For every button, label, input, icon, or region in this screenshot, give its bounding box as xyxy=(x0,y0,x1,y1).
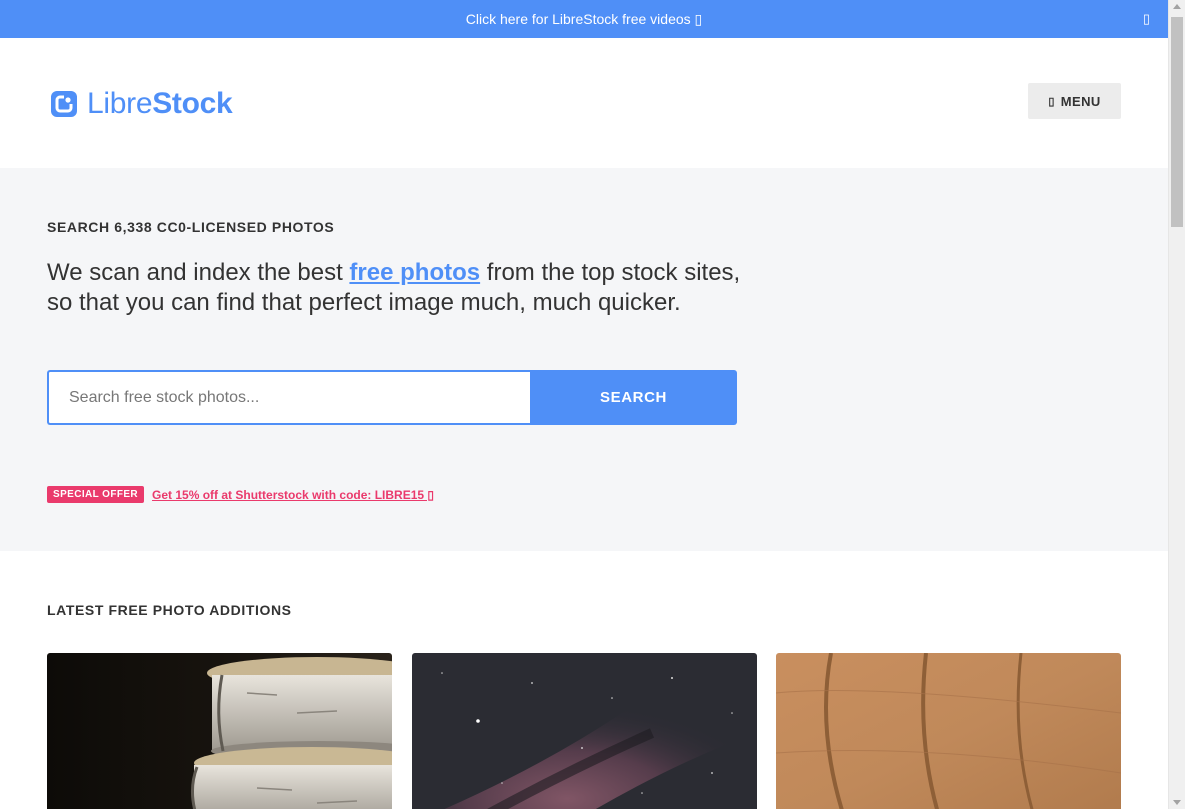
librestock-logo-icon xyxy=(51,91,77,117)
page: Click here for LibreStock free videos ▯ … xyxy=(0,0,1168,809)
menu-icon: ▯ xyxy=(1048,95,1055,108)
free-photos-link[interactable]: free photos xyxy=(349,259,480,286)
logo-text-bold: Stock xyxy=(152,87,233,120)
scroll-down-arrow-icon[interactable] xyxy=(1173,800,1181,805)
videos-banner-link[interactable]: Click here for LibreStock free videos ▯ xyxy=(0,0,1168,38)
menu-button[interactable]: ▯ MENU xyxy=(1028,83,1121,119)
shutterstock-offer-link[interactable]: Get 15% off at Shutterstock with code: L… xyxy=(152,488,434,502)
site-header: LibreStock ▯ MENU xyxy=(0,38,1168,168)
search-input[interactable] xyxy=(47,370,530,425)
page-scrollbar[interactable] xyxy=(1168,0,1185,809)
special-offer: SPECIAL OFFER Get 15% off at Shutterstoc… xyxy=(47,486,434,503)
scroll-up-arrow-icon[interactable] xyxy=(1173,4,1181,9)
site-logo[interactable]: LibreStock xyxy=(51,87,233,121)
photo-count-heading: SEARCH 6,338 CC0-LICENSED PHOTOS xyxy=(47,219,335,235)
search-button[interactable]: SEARCH xyxy=(530,370,737,425)
photo-card-leaf-texture[interactable] xyxy=(776,653,1121,809)
close-icon[interactable]: ▯ xyxy=(1143,0,1150,38)
top-banner: Click here for LibreStock free videos ▯ … xyxy=(0,0,1168,38)
night-sky-image xyxy=(412,653,757,809)
hero-section: SEARCH 6,338 CC0-LICENSED PHOTOS We scan… xyxy=(0,168,1168,551)
photo-card-wood-slices[interactable] xyxy=(47,653,392,809)
tagline-start: We scan and index the best xyxy=(47,259,350,286)
menu-label: MENU xyxy=(1060,93,1101,109)
scroll-thumb[interactable] xyxy=(1171,17,1183,227)
leaf-texture-image xyxy=(776,653,1121,809)
latest-additions-heading: LATEST FREE PHOTO ADDITIONS xyxy=(47,602,292,618)
wood-slices-image xyxy=(47,653,392,809)
tagline: We scan and index the best free photos f… xyxy=(47,258,767,318)
logo-wordmark: LibreStock xyxy=(87,87,233,121)
logo-text-light: Libre xyxy=(87,87,153,120)
search-form: SEARCH xyxy=(47,370,737,425)
special-offer-badge: SPECIAL OFFER xyxy=(47,486,145,503)
photo-card-night-sky[interactable] xyxy=(412,653,757,809)
